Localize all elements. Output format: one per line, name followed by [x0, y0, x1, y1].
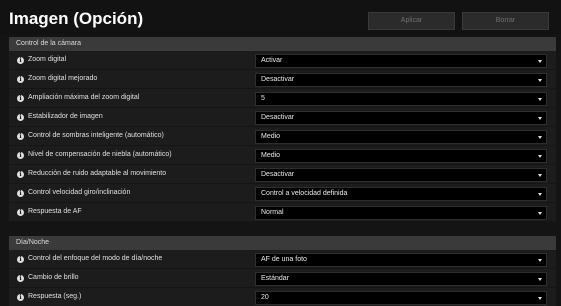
info-icon[interactable]: i [17, 57, 24, 64]
setting-row-noise-reduction: i Reducción de ruido adaptable al movimi… [9, 165, 556, 184]
noise-reduction-select[interactable]: Desactivar [255, 168, 547, 182]
chevron-down-icon [538, 174, 542, 177]
setting-label: Respuesta (seg.) [28, 293, 82, 300]
haze-compensation-select[interactable]: Medio [255, 149, 547, 163]
select-value: Desactivar [261, 171, 295, 178]
setting-row-af-response: i Respuesta de AF Normal [9, 203, 556, 222]
setting-row-response-seconds: i Respuesta (seg.) 20 [9, 288, 556, 306]
page-header: Imagen (Opción) Aplicar Borrar [0, 0, 561, 34]
info-icon[interactable]: i [17, 152, 24, 159]
brightness-change-select[interactable]: Estándar [255, 272, 547, 286]
select-value: Medio [261, 152, 281, 159]
select-value: 20 [261, 294, 269, 301]
setting-row-smart-shade-control: i Control de sombras inteligente (automá… [9, 127, 556, 146]
select-value: Medio [261, 133, 281, 140]
setting-label: Control del enfoque del modo de día/noch… [28, 255, 163, 262]
chevron-down-icon [538, 60, 542, 63]
chevron-down-icon [538, 193, 542, 196]
apply-button[interactable]: Aplicar [368, 12, 455, 30]
day-night-section: Día/Noche i Control del enfoque del modo… [9, 236, 556, 306]
setting-label: Cambio de brillo [28, 274, 79, 281]
select-value: Desactivar [261, 76, 295, 83]
setting-row-digital-zoom: i Zoom digital Activar [9, 51, 556, 70]
chevron-down-icon [538, 155, 542, 158]
setting-label: Nivel de compensación de niebla (automát… [28, 151, 172, 158]
setting-label: Reducción de ruido adaptable al movimien… [28, 170, 167, 177]
info-icon[interactable]: i [17, 256, 24, 263]
setting-label: Zoom digital [28, 56, 67, 63]
select-value: Control a velocidad definida [261, 190, 348, 197]
setting-row-brightness-change: i Cambio de brillo Estándar [9, 269, 556, 288]
setting-row-haze-compensation: i Nivel de compensación de niebla (autom… [9, 146, 556, 165]
setting-label: Control de sombras inteligente (automáti… [28, 132, 164, 139]
setting-row-max-digital-zoom: i Ampliación máxima del zoom digital 5 [9, 89, 556, 108]
chevron-down-icon [538, 136, 542, 139]
info-icon[interactable]: i [17, 133, 24, 140]
setting-label: Zoom digital mejorado [28, 75, 98, 82]
section-header-camera-control: Control de la cámara [9, 37, 556, 51]
page-title: Imagen (Opción) [9, 9, 144, 28]
max-digital-zoom-select[interactable]: 5 [255, 92, 547, 106]
info-icon[interactable]: i [17, 294, 24, 301]
pan-tilt-speed-select[interactable]: Control a velocidad definida [255, 187, 547, 201]
enhanced-digital-zoom-select[interactable]: Desactivar [255, 73, 547, 87]
select-value: Activar [261, 57, 283, 64]
setting-row-pan-tilt-speed: i Control velocidad giro/inclinación Con… [9, 184, 556, 203]
chevron-down-icon [538, 98, 542, 101]
clear-button[interactable]: Borrar [462, 12, 549, 30]
chevron-down-icon [538, 259, 542, 262]
chevron-down-icon [538, 212, 542, 215]
section-header-day-night: Día/Noche [9, 236, 556, 250]
day-night-focus-select[interactable]: AF de una foto [255, 253, 547, 267]
info-icon[interactable]: i [17, 95, 24, 102]
chevron-down-icon [538, 117, 542, 120]
info-icon[interactable]: i [17, 190, 24, 197]
select-value: Normal [261, 209, 284, 216]
info-icon[interactable]: i [17, 171, 24, 178]
info-icon[interactable]: i [17, 76, 24, 83]
chevron-down-icon [538, 79, 542, 82]
setting-label: Respuesta de AF [28, 208, 82, 215]
select-value: AF de una foto [261, 256, 307, 263]
select-value: 5 [261, 95, 265, 102]
select-value: Desactivar [261, 114, 295, 121]
af-response-select[interactable]: Normal [255, 206, 547, 220]
camera-control-section: Control de la cámara i Zoom digital Acti… [9, 37, 556, 222]
response-seconds-select[interactable]: 20 [255, 291, 547, 305]
setting-label: Estabilizador de imagen [28, 113, 103, 120]
info-icon[interactable]: i [17, 209, 24, 216]
setting-row-image-stabilizer: i Estabilizador de imagen Desactivar [9, 108, 556, 127]
info-icon[interactable]: i [17, 114, 24, 121]
setting-row-enhanced-digital-zoom: i Zoom digital mejorado Desactivar [9, 70, 556, 89]
chevron-down-icon [538, 297, 542, 300]
chevron-down-icon [538, 278, 542, 281]
smart-shade-control-select[interactable]: Medio [255, 130, 547, 144]
image-stabilizer-select[interactable]: Desactivar [255, 111, 547, 125]
info-icon[interactable]: i [17, 275, 24, 282]
setting-label: Control velocidad giro/inclinación [28, 189, 131, 196]
select-value: Estándar [261, 275, 290, 282]
digital-zoom-select[interactable]: Activar [255, 54, 547, 68]
setting-label: Ampliación máxima del zoom digital [28, 94, 140, 101]
setting-row-day-night-focus: i Control del enfoque del modo de día/no… [9, 250, 556, 269]
